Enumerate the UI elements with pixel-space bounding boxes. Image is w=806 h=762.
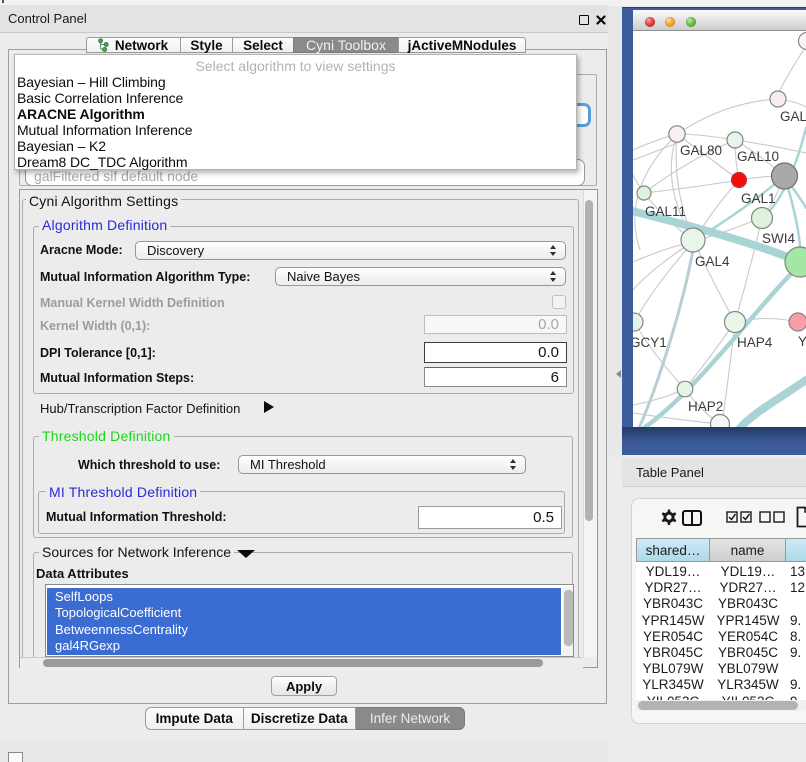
svg-text:GAL10: GAL10 <box>737 149 779 164</box>
svg-text:GAL80: GAL80 <box>680 143 722 158</box>
svg-text:GAL1: GAL1 <box>741 191 776 206</box>
svg-text:Y: Y <box>798 334 806 349</box>
svg-text:GAL11: GAL11 <box>645 204 686 219</box>
svg-text:HAP2: HAP2 <box>688 399 723 414</box>
svg-text:SWI4: SWI4 <box>762 231 795 246</box>
svg-text:GAL2: GAL2 <box>780 109 806 124</box>
svg-text:HAP4: HAP4 <box>737 335 773 350</box>
svg-text:GCY1: GCY1 <box>633 335 667 350</box>
svg-text:GAL4: GAL4 <box>695 254 730 269</box>
